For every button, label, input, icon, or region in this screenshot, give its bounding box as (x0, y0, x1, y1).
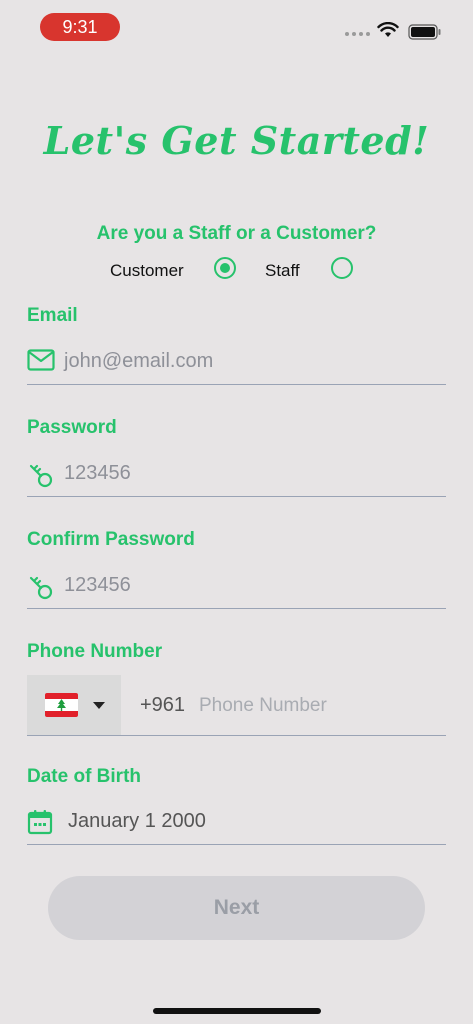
mail-icon (27, 349, 55, 376)
password-placeholder: 123456 (64, 462, 131, 484)
email-field[interactable]: john@email.com (27, 338, 446, 385)
dob-value: January 1 2000 (68, 810, 206, 832)
password-label: Password (27, 417, 117, 438)
staff-radio[interactable] (331, 257, 353, 279)
email-label: Email (27, 305, 78, 326)
role-question: Are you a Staff or a Customer? (96, 223, 377, 244)
cellular-signal-icon (345, 32, 370, 36)
confirm-password-placeholder: 123456 (64, 574, 131, 596)
key-icon (27, 573, 55, 606)
dob-label: Date of Birth (27, 766, 141, 787)
phone-field: +961 Phone Number (27, 675, 446, 736)
next-button[interactable]: Next (48, 876, 425, 940)
key-icon (27, 461, 55, 494)
email-placeholder: john@email.com (64, 350, 214, 372)
dial-code: +961 (140, 694, 186, 716)
staff-option-label[interactable]: Staff (265, 261, 300, 281)
customer-option-label[interactable]: Customer (110, 261, 184, 281)
page-title: Let's Get Started! (43, 118, 430, 163)
confirm-password-field[interactable]: 123456 (27, 562, 446, 609)
lebanon-flag-icon (45, 693, 78, 717)
chevron-down-icon (93, 702, 105, 709)
dob-field[interactable]: January 1 2000 (27, 798, 446, 845)
wifi-icon (377, 21, 399, 43)
home-indicator[interactable] (153, 1008, 321, 1014)
country-picker[interactable] (27, 675, 121, 735)
calendar-icon (27, 809, 53, 840)
confirm-password-label: Confirm Password (27, 529, 195, 550)
password-field[interactable]: 123456 (27, 450, 446, 497)
role-selector: Customer Staff (0, 256, 473, 284)
battery-icon (408, 24, 442, 45)
status-time: 9:31 (40, 13, 120, 41)
phone-input[interactable]: Phone Number (199, 695, 327, 717)
customer-radio[interactable] (214, 257, 236, 279)
phone-label: Phone Number (27, 641, 163, 662)
